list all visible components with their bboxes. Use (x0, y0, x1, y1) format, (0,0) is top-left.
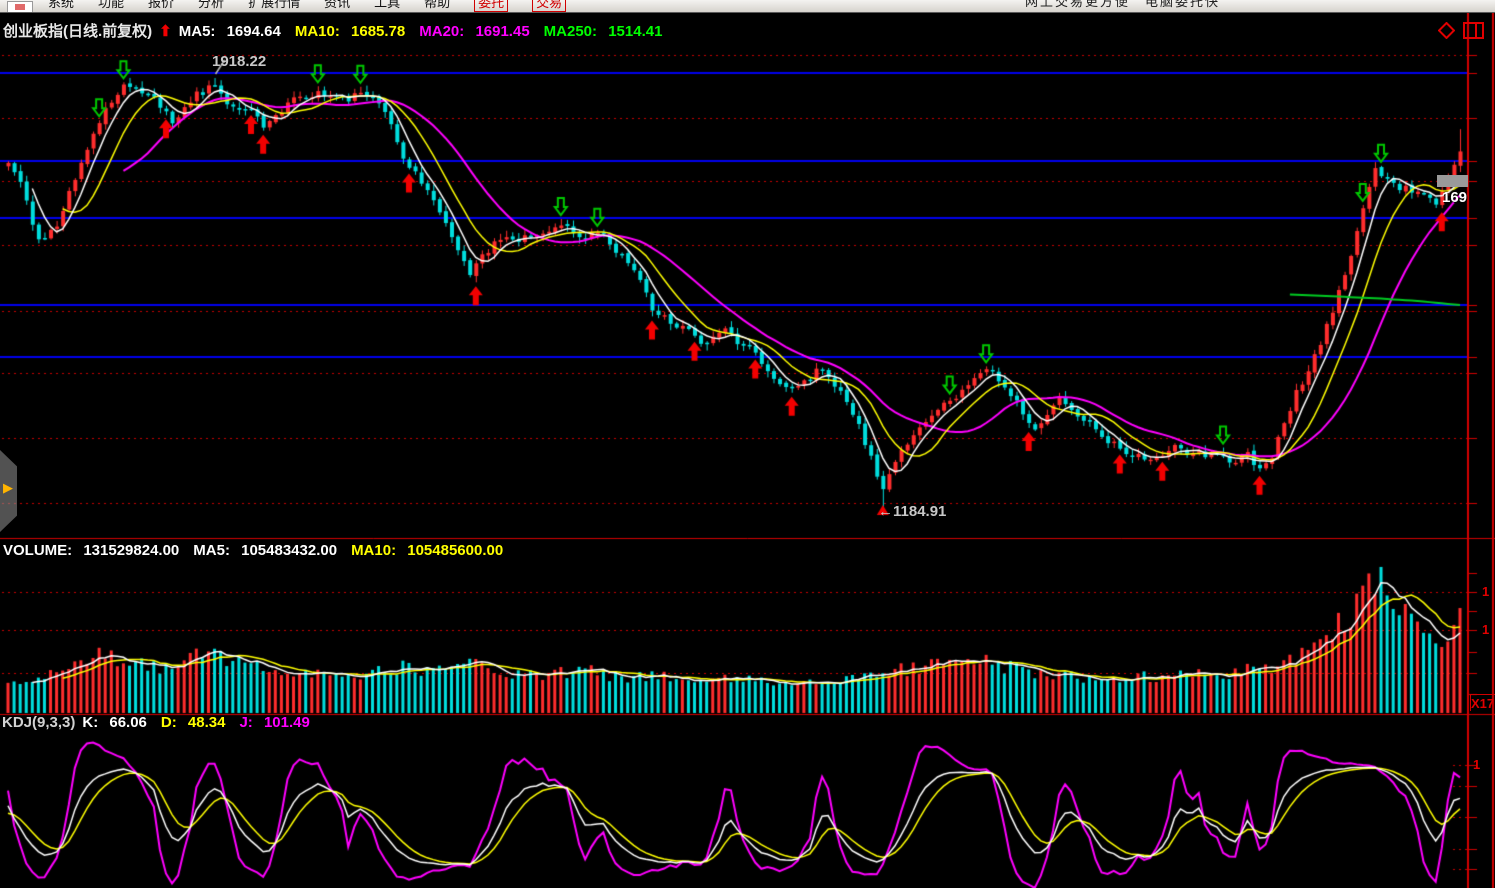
volume-axis-label: 1 (1482, 622, 1489, 637)
diamond-icon[interactable] (1438, 22, 1455, 39)
symbol-title: 创业板指(日线.前复权) (3, 23, 152, 40)
volume-ma5-label: MA5: 105483432.00 (193, 542, 344, 559)
price-tag (1437, 175, 1468, 187)
volume-ma10-label: MA10: 105485600.00 (351, 542, 510, 559)
menu-bar: 系统 功能 报价 分析 扩展行情 资讯 工具 帮助 委托 交易 网上交易更方便 电脑委托快 (0, 0, 1495, 13)
menu-slogan-text: 网上交易更方便 电脑委托快 (1025, 0, 1220, 10)
chart-corner-icons (1434, 22, 1484, 44)
volume-scale-box[interactable]: X17 (1470, 694, 1495, 711)
volume-title-row: VOLUME: 131529824.00 MA5: 105483432.00 MA1… (3, 542, 517, 559)
ma10-label: MA10: 1685.78 (295, 23, 412, 40)
ma5-label: MA5: 1694.64 (179, 23, 288, 40)
menu-item[interactable]: 交易 (532, 0, 566, 12)
menu-item[interactable]: 系统 (48, 0, 74, 11)
menu-item[interactable]: 资讯 (324, 0, 350, 11)
expand-arrow-icon[interactable]: ▶ (3, 480, 13, 496)
split-window-icon[interactable] (1463, 22, 1484, 39)
ma20-label: MA20: 1691.45 (419, 23, 536, 40)
main-chart-title-row: 创业板指(日线.前复权) ⬆ MA5: 1694.64 MA10: 1685.78 MA… (3, 20, 676, 41)
trading-app-window: 系统 功能 报价 分析 扩展行情 资讯 工具 帮助 委托 交易 网上交易更方便 电脑委托快 创业板… (0, 0, 1495, 888)
low-price-annotation: ←1184.91 (878, 503, 946, 520)
kdj-k-label: K: 66.06 (82, 714, 154, 731)
kdj-axis-label: 1 (1473, 757, 1480, 772)
price-tag-text: 169 (1442, 189, 1467, 206)
menu-item[interactable]: 扩展行情 (248, 0, 300, 11)
kdj-d-label: D: 48.34 (161, 714, 233, 731)
menu-item[interactable]: 功能 (98, 0, 124, 11)
stock-chart-canvas[interactable] (0, 0, 1495, 888)
up-arrow-icon: ⬆ (159, 23, 172, 40)
menu-item[interactable]: 分析 (198, 0, 224, 11)
menu-item[interactable]: 帮助 (424, 0, 450, 11)
menu-items: 系统 功能 报价 分析 扩展行情 资讯 工具 帮助 委托 交易 (48, 0, 590, 12)
app-icon[interactable] (7, 1, 33, 13)
kdj-j-label: J: 101.49 (239, 714, 316, 731)
volume-label: VOLUME: 131529824.00 (3, 542, 186, 559)
menu-item[interactable]: 委托 (474, 0, 508, 12)
kdj-label: KDJ(9,3,3) (2, 714, 75, 731)
ma250-label: MA250: 1514.41 (544, 23, 670, 40)
volume-axis-label: 1 (1482, 584, 1489, 599)
high-price-annotation: 1918.22 (212, 53, 266, 70)
menu-item[interactable]: 工具 (374, 0, 400, 11)
menu-item[interactable]: 报价 (148, 0, 174, 11)
kdj-title-row: KDJ(9,3,3) K: 66.06 D: 48.34 J: 101.49 (2, 714, 324, 731)
